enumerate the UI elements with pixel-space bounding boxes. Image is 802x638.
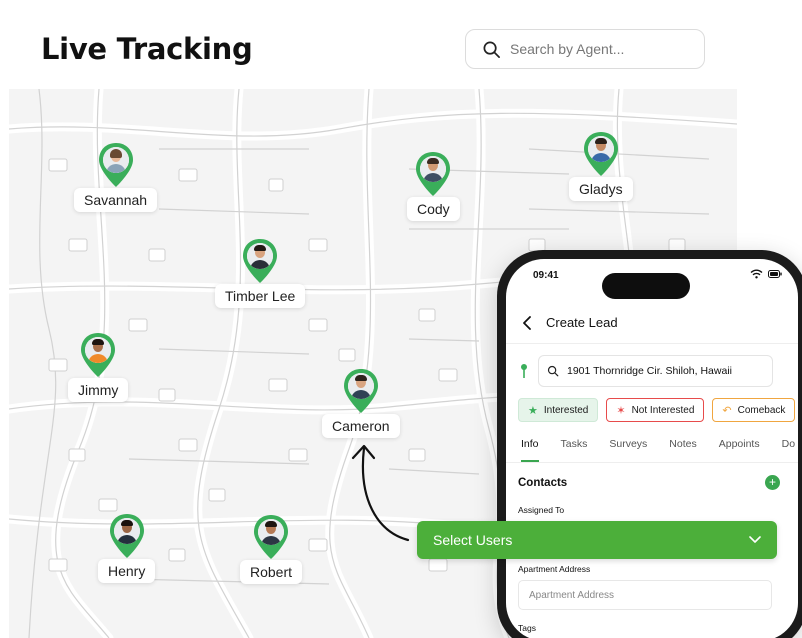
apartment-address-placeholder: Apartment Address	[529, 589, 615, 601]
agent-avatar	[102, 147, 129, 173]
assigned-to-label: Assigned To	[518, 505, 565, 515]
agent-name: Jimmy	[68, 378, 129, 402]
apartment-address-label: Apartment Address	[518, 564, 591, 574]
tab-do[interactable]: Do	[782, 433, 795, 462]
agent-marker-henry[interactable]: Henry	[98, 513, 156, 583]
undo-arrow-icon: ↶	[722, 404, 732, 417]
select-users-label: Select Users	[433, 532, 513, 548]
map-pin-icon	[582, 131, 620, 177]
agent-marker-cameron[interactable]: Cameron	[322, 368, 400, 438]
map-pin-icon	[97, 142, 135, 188]
dynamic-island	[602, 273, 690, 299]
agent-marker-gladys[interactable]: Gladys	[569, 131, 633, 201]
agent-avatar	[258, 519, 285, 545]
contacts-title: Contacts	[518, 476, 568, 489]
contacts-header: Contacts +	[518, 475, 780, 490]
battery-icon	[768, 270, 782, 278]
location-pin-icon	[521, 364, 527, 378]
agent-avatar	[347, 373, 374, 399]
search-icon	[547, 365, 559, 377]
agent-name: Gladys	[569, 177, 633, 201]
status-bar: 09:41	[506, 259, 798, 299]
tab-notes[interactable]: Notes	[669, 433, 696, 462]
apartment-address-input[interactable]: Apartment Address	[518, 580, 772, 610]
curved-arrow-icon	[351, 444, 410, 542]
crossed-star-icon: ✶	[616, 404, 626, 417]
chip-interested[interactable]: ★ Interested	[518, 398, 599, 422]
status-icons	[750, 269, 782, 279]
agent-avatar	[113, 518, 140, 544]
screen-header: Create Lead	[522, 315, 618, 330]
page-title: Live Tracking	[41, 32, 253, 66]
agent-marker-robert[interactable]: Robert	[240, 514, 303, 584]
agent-marker-cody[interactable]: Cody	[407, 151, 460, 221]
tab-info[interactable]: Info	[521, 433, 539, 462]
phone-screen: 09:41 Create Lead 1901 Thornridge Cir. S…	[506, 259, 798, 638]
address-field[interactable]: 1901 Thornridge Cir. Shiloh, Hawaii	[538, 355, 773, 387]
tab-tasks[interactable]: Tasks	[561, 433, 588, 462]
tab-appoints[interactable]: Appoints	[719, 433, 760, 462]
lead-tabs: Info Tasks Surveys Notes Appoints Do	[506, 433, 798, 463]
add-contact-button[interactable]: +	[765, 475, 780, 490]
map-pin-icon	[241, 238, 279, 284]
status-time: 09:41	[533, 270, 559, 281]
back-arrow-icon[interactable]	[522, 315, 532, 330]
map-pin-icon	[342, 368, 380, 414]
map-pin-icon	[252, 514, 290, 560]
address-value: 1901 Thornridge Cir. Shiloh, Hawaii	[567, 365, 732, 377]
tags-label: Tags	[518, 623, 536, 633]
agent-name: Robert	[240, 560, 303, 584]
agent-name: Savannah	[74, 188, 158, 212]
agent-avatar	[247, 243, 274, 269]
map-pin-icon	[414, 151, 452, 197]
select-users-dropdown[interactable]: Select Users	[417, 521, 777, 559]
screen-title: Create Lead	[546, 315, 618, 330]
agent-name: Henry	[98, 559, 156, 583]
chip-not-interested[interactable]: ✶ Not Interested	[606, 398, 705, 422]
lead-status-chips: ★ Interested ✶ Not Interested ↶ Comeback	[518, 398, 796, 422]
phone-mockup: 09:41 Create Lead 1901 Thornridge Cir. S…	[497, 250, 802, 638]
wifi-icon	[750, 269, 763, 279]
header-divider	[506, 343, 798, 344]
agent-avatar	[587, 136, 614, 162]
chevron-down-icon	[749, 536, 761, 543]
chip-label: Interested	[543, 404, 589, 416]
agent-marker-savannah[interactable]: Savannah	[74, 142, 158, 212]
agent-name: Cody	[407, 197, 460, 221]
page: Live Tracking Search by Agent... Savanna…	[0, 0, 802, 638]
map-pin-icon	[79, 332, 117, 378]
chip-label: Not Interested	[631, 404, 695, 416]
search-icon	[483, 41, 500, 58]
agent-marker-timber-lee[interactable]: Timber Lee	[215, 238, 306, 308]
star-icon: ★	[528, 404, 538, 417]
agent-search[interactable]	[465, 29, 705, 69]
agent-name: Timber Lee	[215, 284, 306, 308]
chip-label: Comeback	[737, 404, 786, 416]
agent-marker-jimmy[interactable]: Jimmy	[68, 332, 129, 402]
tab-surveys[interactable]: Surveys	[609, 433, 647, 462]
search-input[interactable]	[510, 41, 690, 57]
chip-comeback[interactable]: ↶ Comeback	[712, 398, 796, 422]
agent-name: Cameron	[322, 414, 400, 438]
address-row: 1901 Thornridge Cir. Shiloh, Hawaii	[520, 355, 773, 387]
map-pin-icon	[108, 513, 146, 559]
